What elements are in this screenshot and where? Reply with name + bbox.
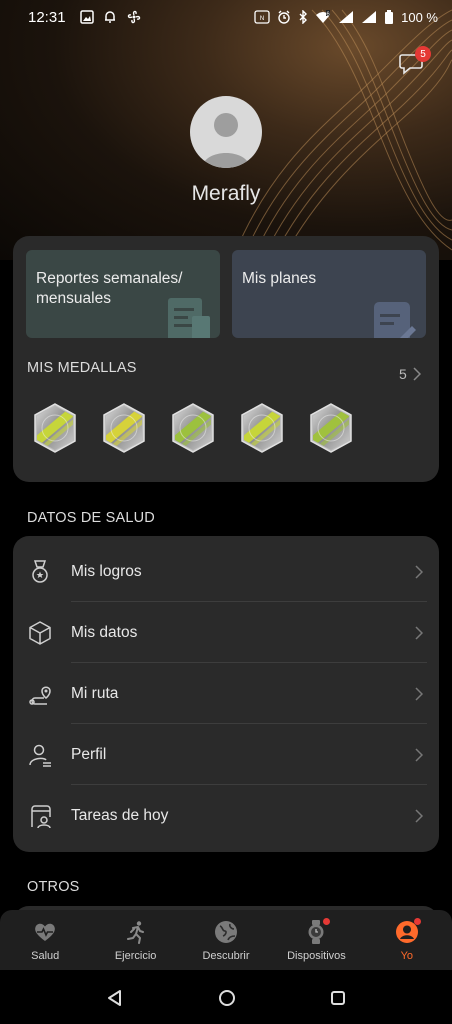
tab-dispositivos[interactable]: Dispositivos <box>271 910 361 970</box>
medal-badge-icon <box>172 403 214 453</box>
row-label: Mis datos <box>71 623 138 641</box>
tab-label: Salud <box>31 950 60 962</box>
route-icon <box>29 686 51 705</box>
medal-1000[interactable] <box>305 402 357 454</box>
recents-icon[interactable] <box>330 990 346 1006</box>
medal-1[interactable] <box>29 402 81 454</box>
tasks-icon <box>31 804 51 828</box>
globe-icon <box>215 921 238 943</box>
messages-badge: 5 <box>415 46 431 62</box>
alarm-icon <box>278 10 290 24</box>
signal-icon-2 <box>362 11 377 23</box>
wifi-icon: 6 <box>316 10 330 23</box>
watch-icon-wrap <box>304 918 331 944</box>
person-icon <box>29 744 51 767</box>
chevron-right-icon <box>415 625 423 640</box>
profile-name[interactable]: Merafly <box>0 182 452 206</box>
notification-bell-icon <box>104 11 115 23</box>
battery-icon <box>385 10 394 24</box>
row-label: Perfil <box>71 745 107 763</box>
fan-icon <box>127 10 140 24</box>
svg-text:N: N <box>260 16 264 22</box>
others-title: OTROS <box>27 879 80 895</box>
status-bar: 12:31 N 6 100 % <box>0 0 452 34</box>
nfc-icon: N <box>254 10 270 24</box>
medal-badge-icon <box>103 403 145 453</box>
profile-icon-wrap <box>395 918 421 944</box>
default-avatar-icon <box>202 113 250 168</box>
status-time: 12:31 <box>28 8 66 26</box>
bluetooth-icon <box>299 10 308 24</box>
medal-badge-icon <box>34 403 76 453</box>
tab-label: Yo <box>400 950 414 962</box>
reports-tile[interactable]: Reportes semanales/ mensuales <box>26 250 220 338</box>
avatar[interactable] <box>190 96 262 168</box>
battery-percent: 100 % <box>401 9 438 25</box>
chevron-right-icon <box>413 367 421 381</box>
system-navigation-bar <box>0 972 452 1024</box>
medals-count-link[interactable]: 5 <box>399 366 421 382</box>
tab-ejercicio[interactable]: Ejercicio <box>90 910 180 970</box>
chevron-right-icon <box>415 747 423 762</box>
row-label: Mi ruta <box>71 684 119 702</box>
plans-tile[interactable]: Mis planes <box>232 250 426 338</box>
row-mis-logros[interactable]: Mis logros <box>13 541 439 602</box>
row-mi-ruta[interactable]: Mi ruta <box>13 663 439 724</box>
profile-notification-dot <box>413 918 421 925</box>
heart-pulse-icon <box>35 923 56 941</box>
report-document-icon <box>168 298 210 338</box>
medal-badge-icon <box>241 403 283 453</box>
tab-label: Ejercicio <box>114 950 157 962</box>
medals-count: 5 <box>399 366 407 382</box>
bottom-tab-bar: Salud Ejercicio Descubrir Dispositivos Y… <box>0 910 452 970</box>
gallery-icon <box>79 10 94 24</box>
medals-title: MIS MEDALLAS <box>27 360 137 376</box>
devices-notification-dot <box>323 918 331 925</box>
summary-card: Reportes semanales/ mensuales Mis planes… <box>13 236 439 482</box>
medal-100[interactable] <box>167 402 219 454</box>
chevron-right-icon <box>415 808 423 823</box>
signal-icon <box>339 11 354 23</box>
plan-notebook-icon <box>374 302 416 338</box>
tab-label: Dispositivos <box>287 950 346 962</box>
tab-salud[interactable]: Salud <box>0 910 90 970</box>
medal-icon <box>32 559 48 583</box>
back-icon[interactable] <box>106 989 124 1007</box>
medal-10[interactable] <box>236 402 288 454</box>
health-title: DATOS DE SALUD <box>27 510 155 526</box>
health-card: Mis logros Mis datos Mi ruta Perfil Tare… <box>13 536 439 852</box>
tab-descubrir[interactable]: Descubrir <box>181 910 271 970</box>
row-tareas-de-hoy[interactable]: Tareas de hoy <box>13 785 439 846</box>
tab-yo[interactable]: Yo <box>362 910 452 970</box>
row-perfil[interactable]: Perfil <box>13 724 439 785</box>
row-label: Tareas de hoy <box>71 806 169 824</box>
home-icon[interactable] <box>218 989 236 1007</box>
chevron-right-icon <box>415 686 423 701</box>
plans-label: Mis planes <box>242 270 317 287</box>
chevron-right-icon <box>415 564 423 579</box>
row-mis-datos[interactable]: Mis datos <box>13 602 439 663</box>
row-label: Mis logros <box>71 562 142 580</box>
reports-label: Reportes semanales/ mensuales <box>36 270 183 307</box>
medal-badge-icon <box>310 403 352 453</box>
cube-icon <box>29 620 51 645</box>
running-icon <box>126 921 144 944</box>
tab-label: Descubrir <box>202 950 250 962</box>
medal-300[interactable] <box>98 402 150 454</box>
